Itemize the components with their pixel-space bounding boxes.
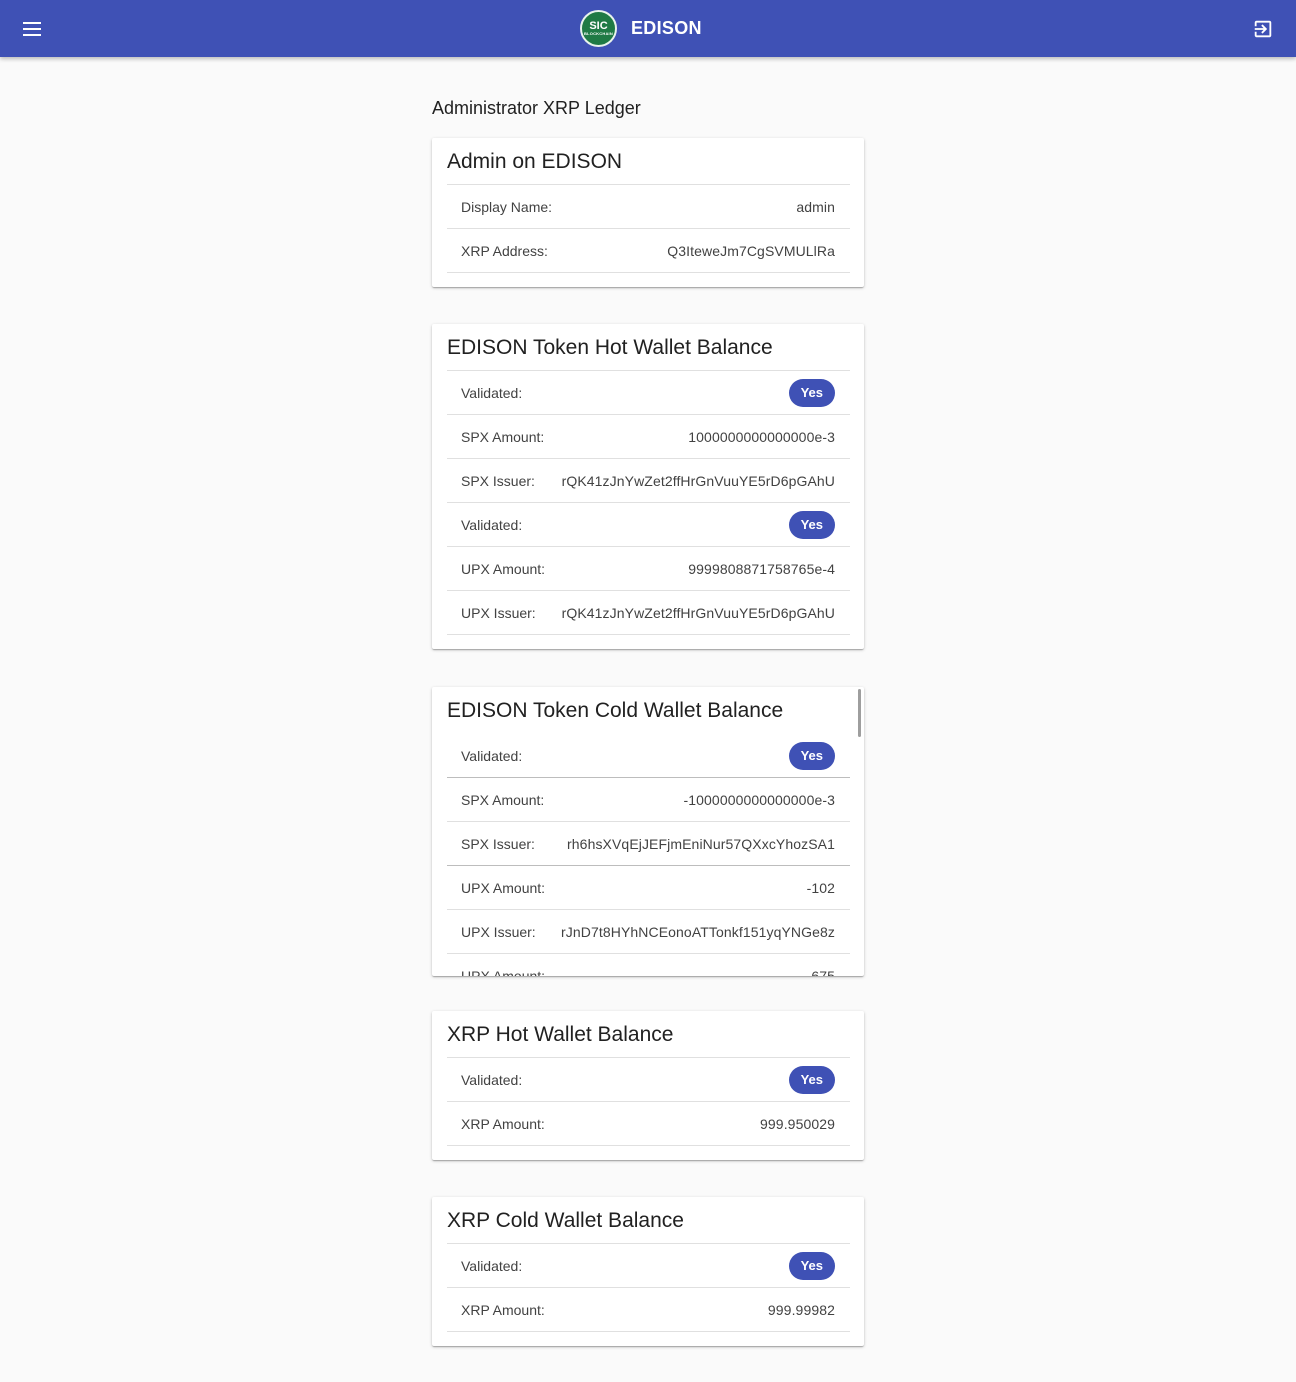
logo-text: SIC	[589, 20, 608, 32]
upx-issuer-row: UPX Issuer: rJnD7t8HYhNCEonoATTonkf151yq…	[447, 910, 850, 954]
spx-issuer-row: SPX Issuer: rh6hsXVqEjJEFjmEniNur57QXxcY…	[447, 822, 850, 866]
row-value: -675	[806, 967, 835, 977]
xrp-hot-wallet-card: XRP Hot Wallet Balance Validated: Yes XR…	[432, 1011, 864, 1160]
xrp-amount-row: XRP Amount: 999.99982	[447, 1288, 850, 1332]
scrollbar[interactable]	[858, 689, 861, 737]
spx-amount-row: SPX Amount: -1000000000000000e-3	[447, 778, 850, 822]
row-value: -1000000000000000e-3	[683, 791, 835, 808]
validated-badge: Yes	[788, 378, 835, 407]
logo-subtext: BLOCKCHAIN	[584, 31, 613, 36]
row-label: Validated:	[461, 747, 523, 764]
card-title: XRP Cold Wallet Balance	[447, 1197, 850, 1244]
row-value: -102	[806, 879, 835, 896]
row-label: UPX Issuer:	[461, 604, 536, 621]
row-label: SPX Amount:	[461, 791, 545, 808]
card-title: EDISON Token Hot Wallet Balance	[447, 324, 850, 371]
row-label: UPX Amount:	[461, 967, 546, 977]
spx-issuer-row: SPX Issuer: rQK41zJnYwZet2ffHrGnVuuYE5rD…	[447, 459, 850, 503]
row-value: 9999808871758765e-4	[688, 560, 835, 577]
app-bar: SIC BLOCKCHAIN EDISON	[0, 0, 1296, 57]
row-value: 999.99982	[767, 1301, 835, 1318]
row-label: SPX Amount:	[461, 428, 545, 445]
xrp-address-row: XRP Address: Q3IteweJm7CgSVMULlRa	[447, 229, 850, 273]
row-label: Validated:	[461, 1257, 523, 1274]
row-value: rJnD7t8HYhNCEonoATTonkf151yqYNGe8z	[561, 923, 835, 940]
validated-row: Validated: Yes	[447, 371, 850, 415]
row-label: SPX Issuer:	[461, 472, 535, 489]
upx-issuer-row: UPX Issuer: rQK41zJnYwZet2ffHrGnVuuYE5rD…	[447, 591, 850, 635]
row-value: rQK41zJnYwZet2ffHrGnVuuYE5rD6pGAhU	[561, 604, 835, 621]
validated-badge: Yes	[788, 510, 835, 539]
row-value: Q3IteweJm7CgSVMULlRa	[667, 242, 835, 259]
upx-amount-row: UPX Amount: 9999808871758765e-4	[447, 547, 850, 591]
validated-badge: Yes	[788, 1251, 835, 1280]
row-label: XRP Amount:	[461, 1115, 545, 1132]
row-label: Display Name:	[461, 198, 553, 215]
validated-row: Validated: Yes	[447, 1058, 850, 1102]
row-value: 1000000000000000e-3	[688, 428, 835, 445]
row-value: 999.950029	[760, 1115, 835, 1132]
brand[interactable]: SIC BLOCKCHAIN EDISON	[580, 10, 702, 47]
row-label: Validated:	[461, 1071, 523, 1088]
card-title: XRP Hot Wallet Balance	[447, 1011, 850, 1058]
row-label: Validated:	[461, 384, 523, 401]
validated-badge: Yes	[788, 741, 835, 770]
display-name-row: Display Name: admin	[447, 185, 850, 229]
row-label: Validated:	[461, 516, 523, 533]
hot-token-wallet-card: EDISON Token Hot Wallet Balance Validate…	[432, 324, 864, 649]
row-label: UPX Amount:	[461, 560, 546, 577]
row-label: UPX Amount:	[461, 879, 546, 896]
row-label: UPX Issuer:	[461, 923, 536, 940]
validated-row: Validated: Yes	[447, 503, 850, 547]
validated-badge: Yes	[788, 1065, 835, 1094]
row-value: admin	[796, 198, 835, 215]
row-label: XRP Amount:	[461, 1301, 545, 1318]
validated-row: Validated: Yes	[447, 1244, 850, 1288]
page-title: Administrator XRP Ledger	[432, 98, 641, 118]
xrp-cold-wallet-card: XRP Cold Wallet Balance Validated: Yes X…	[432, 1197, 864, 1346]
row-label: SPX Issuer:	[461, 835, 535, 852]
card-title: EDISON Token Cold Wallet Balance	[447, 699, 784, 722]
logout-icon[interactable]	[1252, 18, 1274, 40]
card-title: Admin on EDISON	[447, 138, 850, 185]
admin-card: Admin on EDISON Display Name: admin XRP …	[432, 138, 864, 287]
row-value: rh6hsXVqEjJEFjmEniNur57QXxcYhozSA1	[567, 835, 835, 852]
row-value: rQK41zJnYwZet2ffHrGnVuuYE5rD6pGAhU	[561, 472, 835, 489]
cold-wallet-scroll-area[interactable]: Validated: Yes SPX Amount: -100000000000…	[447, 734, 850, 976]
row-label: XRP Address:	[461, 242, 548, 259]
logo: SIC BLOCKCHAIN	[580, 10, 617, 47]
upx-amount-row: UPX Amount: -675	[447, 954, 850, 977]
xrp-amount-row: XRP Amount: 999.950029	[447, 1102, 850, 1146]
menu-icon[interactable]	[20, 17, 44, 41]
upx-amount-row: UPX Amount: -102	[447, 866, 850, 910]
app-title: EDISON	[631, 18, 702, 38]
spx-amount-row: SPX Amount: 1000000000000000e-3	[447, 415, 850, 459]
cold-token-wallet-card: EDISON Token Cold Wallet Balance Validat…	[432, 687, 864, 976]
validated-row: Validated: Yes	[447, 734, 850, 778]
